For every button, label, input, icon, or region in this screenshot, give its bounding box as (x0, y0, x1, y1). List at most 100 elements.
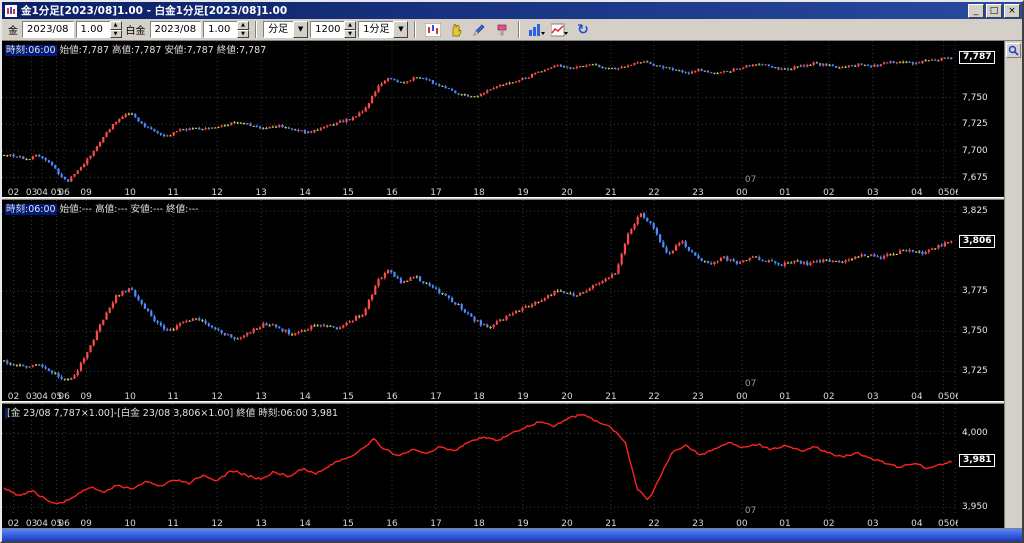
svg-text:13: 13 (255, 392, 266, 401)
svg-text:18: 18 (473, 519, 485, 528)
quote-values: 始値:7,787 高値:7,787 安値:7,787 終値:7,787 (57, 45, 267, 56)
current-price-badge: 3,806 (959, 235, 995, 248)
hand-icon (449, 23, 463, 37)
svg-text:05: 05 (938, 392, 949, 401)
svg-text:02: 02 (8, 519, 19, 528)
marker-button[interactable] (491, 20, 512, 39)
pan-button[interactable] (445, 20, 466, 39)
chevron-down-icon[interactable]: ▼ (393, 21, 408, 38)
refresh-button[interactable]: ↻ (572, 20, 593, 39)
platinum-month-select[interactable]: 2023/08 (150, 21, 202, 38)
platinum-multiplier-value[interactable]: 1.00 (203, 21, 237, 38)
platinum-label: 白金 (126, 22, 146, 37)
spread-price-axis[interactable]: 4,0003,9503,981 (958, 404, 1004, 528)
svg-text:11: 11 (167, 519, 178, 528)
chevron-down-icon[interactable]: ▼ (293, 21, 308, 38)
title-bar[interactable]: 金1分足[2023/08]1.00 - 白金1分足[2023/08]1.00 _… (2, 2, 1022, 19)
svg-text:13: 13 (255, 519, 266, 528)
draw-button[interactable] (468, 20, 489, 39)
spin-down-icon[interactable]: ▼ (237, 30, 249, 39)
gold-price-axis[interactable]: 7,7507,7257,7007,6757,787 (958, 41, 1004, 197)
svg-text:04: 04 (36, 392, 48, 401)
side-strip (1004, 41, 1022, 528)
gold-month-select[interactable]: 2023/08 (22, 21, 74, 38)
svg-text:09: 09 (80, 519, 92, 528)
svg-text:14: 14 (299, 519, 311, 528)
platinum-multiplier-stepper[interactable]: 1.00 ▲ ▼ (203, 21, 249, 38)
svg-text:05: 05 (938, 188, 949, 197)
gold-plot-area[interactable]: 0203040506091011121314151617181920212223… (2, 41, 958, 197)
platinum-candlestick-chart[interactable]: 0203040506091011121314151617181920212223… (2, 200, 958, 401)
svg-text:16: 16 (386, 392, 398, 401)
timeframe-dropdown[interactable]: 1分足 ▼ (358, 21, 408, 38)
spin-down-icon[interactable]: ▼ (344, 30, 356, 39)
bar-count-stepper[interactable]: 1200 ▲ ▼ (310, 21, 356, 38)
svg-text:21: 21 (605, 519, 616, 528)
svg-text:12: 12 (211, 392, 222, 401)
svg-text:20: 20 (561, 188, 573, 197)
svg-text:01: 01 (779, 188, 790, 197)
quote-values: 始値:--- 高値:--- 安値:--- 終値:--- (57, 204, 199, 215)
svg-text:23: 23 (692, 188, 703, 197)
svg-text:00: 00 (736, 392, 748, 401)
svg-text:16: 16 (386, 188, 398, 197)
svg-text:02: 02 (823, 519, 834, 528)
svg-text:06: 06 (949, 519, 958, 528)
svg-text:14: 14 (299, 188, 311, 197)
chart-workspace: 0203040506091011121314151617181920212223… (2, 41, 1022, 528)
spread-plot-area[interactable]: 0203040506091011121314151617181920212223… (2, 404, 958, 528)
app-icon (5, 5, 17, 17)
study-button[interactable] (549, 20, 570, 39)
bar-count-value[interactable]: 1200 (310, 21, 344, 38)
svg-text:16: 16 (386, 519, 398, 528)
gold-chart-panel: 0203040506091011121314151617181920212223… (2, 41, 1004, 197)
svg-text:06: 06 (58, 392, 70, 401)
price-tick-label: 3,950 (962, 502, 988, 512)
svg-text:17: 17 (430, 392, 441, 401)
spread-line-chart[interactable]: 0203040506091011121314151617181920212223… (2, 404, 958, 528)
period-dropdown-value[interactable]: 分足 (263, 21, 293, 38)
period-dropdown[interactable]: 分足 ▼ (263, 21, 308, 38)
indicator-button[interactable] (526, 20, 547, 39)
svg-text:23: 23 (692, 392, 703, 401)
svg-text:19: 19 (517, 519, 529, 528)
quick-settings-button[interactable] (1006, 43, 1021, 58)
spin-down-icon[interactable]: ▼ (110, 30, 122, 39)
svg-text:07: 07 (745, 175, 756, 185)
maximize-button[interactable]: □ (986, 4, 1002, 18)
gold-multiplier-stepper[interactable]: 1.00 ▲ ▼ (76, 21, 122, 38)
chart-type-button[interactable] (422, 20, 443, 39)
svg-text:20: 20 (561, 392, 573, 401)
svg-text:04: 04 (911, 392, 923, 401)
charts-column: 0203040506091011121314151617181920212223… (2, 41, 1004, 528)
price-tick-label: 3,825 (962, 206, 988, 216)
svg-text:01: 01 (779, 392, 790, 401)
line-study-icon (551, 23, 569, 37)
minimize-button[interactable]: _ (968, 4, 984, 18)
svg-text:05: 05 (938, 519, 949, 528)
spread-chart-panel: 0203040506091011121314151617181920212223… (2, 404, 1004, 528)
status-bar (2, 528, 1022, 541)
gold-candlestick-chart[interactable]: 0203040506091011121314151617181920212223… (2, 41, 958, 197)
toolbar-separator (414, 21, 416, 38)
platinum-price-axis[interactable]: 3,8253,7753,7503,7253,806 (958, 200, 1004, 401)
close-button[interactable]: × (1004, 4, 1020, 18)
platinum-plot-area[interactable]: 0203040506091011121314151617181920212223… (2, 200, 958, 401)
timeframe-dropdown-value[interactable]: 1分足 (358, 21, 393, 38)
svg-text:00: 00 (736, 519, 748, 528)
gold-multiplier-value[interactable]: 1.00 (76, 21, 110, 38)
price-tick-label: 4,000 (962, 428, 988, 438)
current-price-badge: 7,787 (959, 51, 995, 64)
price-tick-label: 3,725 (962, 366, 988, 376)
svg-text:15: 15 (342, 519, 353, 528)
svg-text:02: 02 (823, 188, 834, 197)
svg-text:19: 19 (517, 392, 529, 401)
spin-up-icon[interactable]: ▲ (237, 21, 249, 30)
spin-up-icon[interactable]: ▲ (344, 21, 356, 30)
svg-text:09: 09 (80, 392, 92, 401)
svg-text:22: 22 (648, 519, 659, 528)
spin-up-icon[interactable]: ▲ (110, 21, 122, 30)
svg-text:13: 13 (255, 188, 266, 197)
toolbar: 金 2023/08 1.00 ▲ ▼ 白金 2023/08 1.00 ▲ ▼ 分… (2, 19, 1022, 41)
app-window: 金1分足[2023/08]1.00 - 白金1分足[2023/08]1.00 _… (0, 0, 1024, 543)
